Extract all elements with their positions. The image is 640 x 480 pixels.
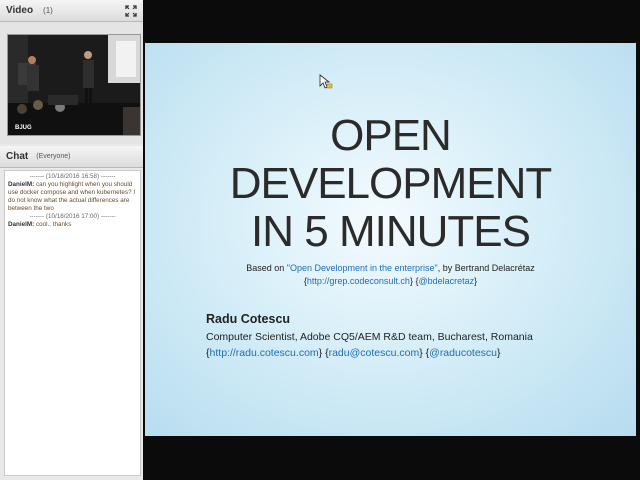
- brace-close: }: [474, 276, 478, 286]
- author-handle-link[interactable]: @raducotescu: [429, 347, 497, 359]
- chat-timestamp: ------- (10/18/2016 16:58) -------: [29, 173, 116, 180]
- chat-user: DanielM:: [8, 181, 35, 188]
- video-stream[interactable]: BJUG: [7, 34, 141, 136]
- video-frame-image: [8, 35, 140, 135]
- author-contacts: {http://radu.cotescu.com} {radu@cotescu.…: [206, 347, 501, 359]
- source-line: {http://grep.codeconsult.ch} {@bdelacret…: [145, 276, 636, 286]
- slide-title-line-2: DEVELOPMENT: [229, 159, 553, 208]
- chat-message: DanielM: cool.. thanks: [8, 221, 137, 229]
- expand-icon[interactable]: [125, 4, 137, 17]
- brace-sep: } {: [419, 347, 430, 359]
- slide-title-line-3: IN 5 MINUTES: [251, 207, 531, 256]
- based-on-suffix: , by Bertrand Delacrétaz: [437, 263, 535, 273]
- chat-timestamp: ------- (10/18/2016 17:00) -------: [29, 213, 116, 220]
- author-email-link[interactable]: radu@cotescu.com: [329, 347, 420, 359]
- brace-sep: } {: [318, 347, 329, 359]
- source-url-link[interactable]: http://grep.codeconsult.ch: [307, 276, 410, 286]
- author-role: Computer Scientist, Adobe CQ5/AEM R&D te…: [206, 331, 533, 343]
- chat-text: cool.. thanks: [36, 221, 72, 228]
- based-on-line: Based on "Open Development in the enterp…: [145, 263, 636, 273]
- presentation-slide[interactable]: OPEN DEVELOPMENT IN 5 MINUTES Based on "…: [145, 43, 636, 436]
- author-site-link[interactable]: http://radu.cotescu.com: [210, 347, 319, 359]
- slide-title-line-1: OPEN: [330, 111, 452, 160]
- video-area: BJUG: [0, 22, 143, 144]
- left-sidebar: Video (1) BJUG Chat (Everyone) ------- (…: [0, 0, 143, 480]
- chat-audience[interactable]: (Everyone): [36, 153, 70, 160]
- based-on-link[interactable]: "Open Development in the enterprise": [287, 263, 438, 273]
- pointer-cursor-icon: [319, 74, 333, 89]
- video-panel-header: Video (1): [0, 0, 143, 22]
- video-panel-title: Video: [6, 5, 34, 16]
- source-handle-link[interactable]: @bdelacretaz: [418, 276, 474, 286]
- chat-panel-header: Chat (Everyone): [0, 146, 143, 168]
- stream-label: BJUG: [15, 125, 32, 131]
- brace-close: }: [497, 347, 501, 359]
- chat-user: DanielM:: [8, 221, 35, 228]
- chat-message: DanielM: can you highlight when you shou…: [8, 181, 137, 213]
- chat-panel-title: Chat: [6, 151, 29, 162]
- author-name: Radu Cotescu: [206, 312, 291, 326]
- video-count: (1): [43, 6, 53, 15]
- chat-messages[interactable]: ------- (10/18/2016 16:58) ------- Danie…: [4, 170, 141, 476]
- based-on-prefix: Based on: [246, 263, 287, 273]
